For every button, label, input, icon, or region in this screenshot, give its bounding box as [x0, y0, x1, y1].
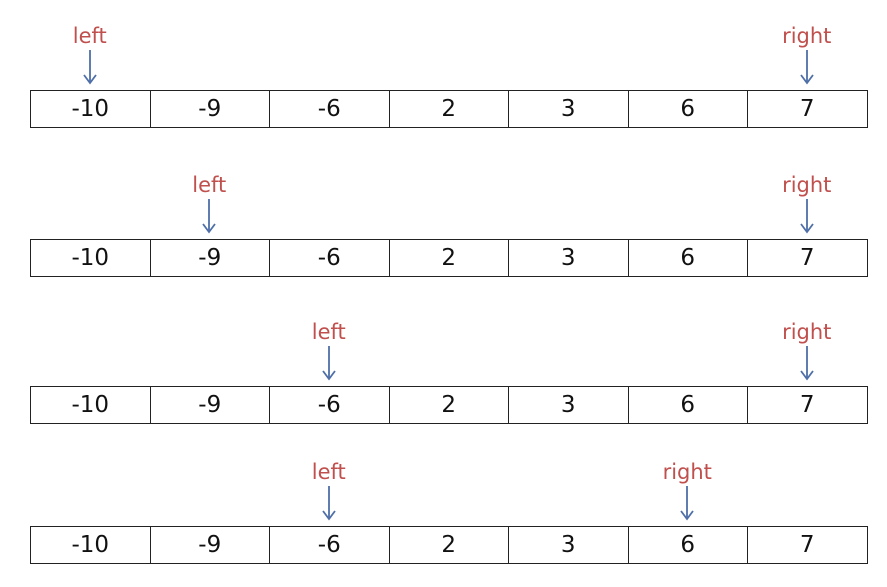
array-cell: 7	[748, 90, 868, 128]
array-cell: 7	[748, 526, 868, 564]
array-cell: 3	[509, 90, 629, 128]
array-cell: 2	[389, 386, 509, 424]
array-cell: -9	[150, 90, 270, 128]
left-pointer: left	[289, 320, 369, 382]
array-cell: 6	[628, 386, 748, 424]
array-cell: 7	[748, 239, 868, 277]
array-strip: -10 -9 -6 2 3 6 7	[30, 526, 868, 564]
right-pointer: right	[767, 320, 847, 382]
array-cell: 7	[748, 386, 868, 424]
left-pointer: left	[50, 24, 130, 86]
right-pointer: right	[767, 173, 847, 235]
two-pointer-diagram: -10 -9 -6 2 3 6 7 left right -10 -9 -6 2 3 6 7 left right…	[0, 0, 887, 587]
array-cell: -6	[270, 90, 390, 128]
left-pointer: left	[169, 173, 249, 235]
array-cell: -10	[31, 239, 151, 277]
array-cell: -6	[270, 526, 390, 564]
right-pointer-label: right	[782, 320, 832, 344]
down-arrow-icon	[680, 486, 694, 521]
left-pointer-label: left	[72, 24, 107, 48]
array-cell: -10	[31, 90, 151, 128]
step-row: -10 -9 -6 2 3 6 7 left right	[0, 169, 887, 299]
array-cell: -9	[150, 239, 270, 277]
down-arrow-icon	[800, 50, 814, 85]
array-cell: 6	[628, 239, 748, 277]
array-cell: 3	[509, 386, 629, 424]
array-cell: 2	[389, 239, 509, 277]
array-cell: 3	[509, 239, 629, 277]
step-row: -10 -9 -6 2 3 6 7 left right	[0, 20, 887, 150]
left-pointer-label: left	[311, 460, 346, 484]
right-pointer-label: right	[782, 24, 832, 48]
step-row: -10 -9 -6 2 3 6 7 left right	[0, 316, 887, 446]
left-pointer-label: left	[192, 173, 227, 197]
array-cell: 2	[389, 526, 509, 564]
left-pointer: left	[289, 460, 369, 522]
array-cell: -9	[150, 526, 270, 564]
array-cell: 6	[628, 526, 748, 564]
right-pointer: right	[647, 460, 727, 522]
array-cell: -9	[150, 386, 270, 424]
right-pointer: right	[767, 24, 847, 86]
array-strip: -10 -9 -6 2 3 6 7	[30, 90, 868, 128]
array-strip: -10 -9 -6 2 3 6 7	[30, 239, 868, 277]
array-cell: -10	[31, 526, 151, 564]
down-arrow-icon	[800, 346, 814, 381]
left-pointer-label: left	[311, 320, 346, 344]
down-arrow-icon	[800, 199, 814, 234]
array-cell: -6	[270, 386, 390, 424]
array-cell: 2	[389, 90, 509, 128]
down-arrow-icon	[83, 50, 97, 85]
array-cell: 6	[628, 90, 748, 128]
array-cell: -10	[31, 386, 151, 424]
down-arrow-icon	[322, 486, 336, 521]
array-strip: -10 -9 -6 2 3 6 7	[30, 386, 868, 424]
array-cell: -6	[270, 239, 390, 277]
right-pointer-label: right	[782, 173, 832, 197]
right-pointer-label: right	[662, 460, 712, 484]
down-arrow-icon	[322, 346, 336, 381]
down-arrow-icon	[202, 199, 216, 234]
array-cell: 3	[509, 526, 629, 564]
step-row: -10 -9 -6 2 3 6 7 left right	[0, 456, 887, 586]
